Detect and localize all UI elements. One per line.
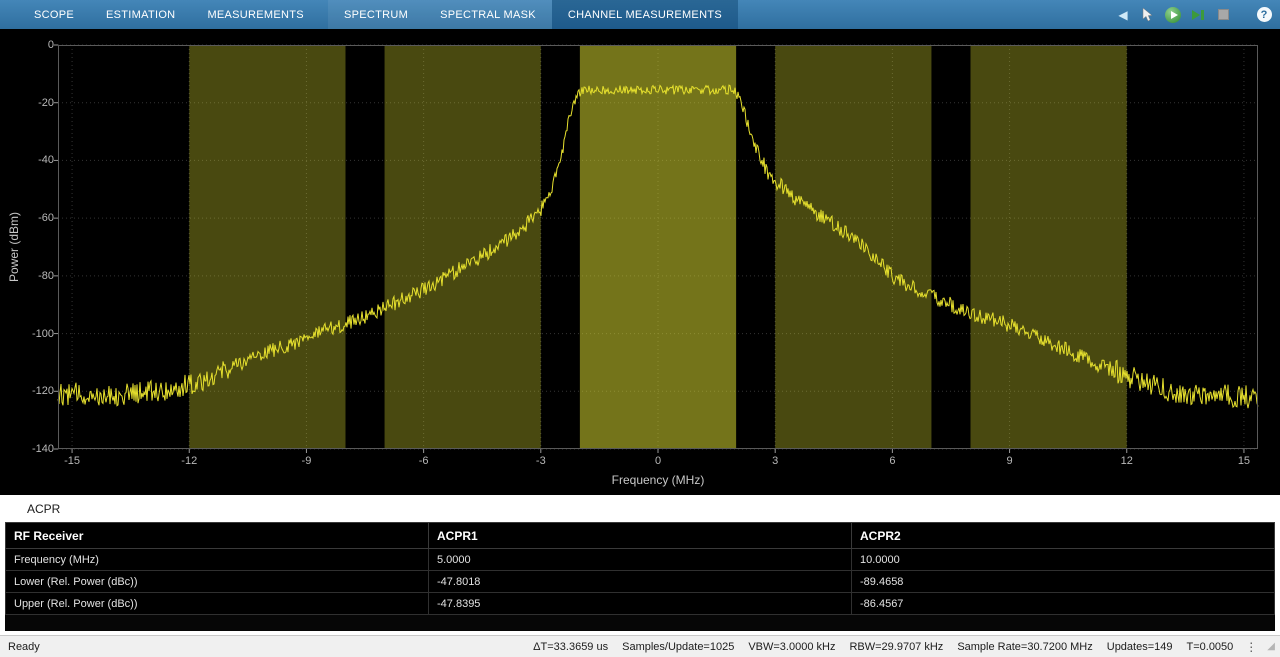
table-cell: Frequency (MHz) (5, 548, 429, 571)
acpr-column-header: ACPR1 (428, 522, 852, 549)
x-tick-label: -12 (181, 455, 198, 467)
table-row: Frequency (MHz) 5.0000 10.0000 (5, 548, 1275, 571)
x-tick-label: -6 (418, 455, 429, 467)
y-tick-label: 0 (47, 39, 54, 51)
back-button[interactable]: ◀ (1115, 4, 1131, 26)
tab-spectrum[interactable]: SPECTRUM (328, 0, 424, 29)
step-forward-bar-icon (1201, 9, 1204, 20)
x-tick-label: -3 (535, 455, 546, 467)
tab-spectral-mask[interactable]: SPECTRAL MASK (424, 0, 552, 29)
y-axis-label: Power (dBm) (7, 212, 21, 283)
table-row: Upper (Rel. Power (dBc)) -47.8395 -86.4567 (5, 592, 1275, 615)
tab-measurements[interactable]: MEASUREMENTS (191, 0, 320, 29)
table-cell: -89.4658 (851, 570, 1275, 593)
status-field: Samples/Update=1025 (622, 640, 735, 653)
x-tick-label: 12 (1120, 455, 1133, 467)
resize-grip-icon[interactable]: ◢ (1267, 641, 1275, 652)
y-tick-label: -20 (38, 96, 54, 109)
table-cell: 10.0000 (851, 548, 1275, 571)
status-field: RBW=29.9707 kHz (849, 640, 944, 653)
playback-controls: ◀ ? (1115, 0, 1272, 29)
x-tick-label: 15 (1237, 455, 1251, 467)
plot-panel: Power (dBm) Frequency (MHz) -15 -12 -9 -6 -3… (0, 29, 1280, 495)
pointer-icon (1142, 7, 1153, 21)
y-tick-label: -140 (31, 443, 54, 455)
status-ready: Ready (8, 640, 40, 653)
toolbar-tabs: SCOPE ESTIMATION MEASUREMENTS SPECTRUM SPECT… (18, 0, 738, 29)
y-tick-label: -40 (38, 154, 54, 167)
help-button[interactable]: ? (1256, 4, 1272, 26)
pointer-button[interactable] (1140, 4, 1156, 26)
y-tick-label: -100 (31, 327, 54, 340)
play-triangle-icon (1170, 10, 1178, 19)
acpr-table-head-row: RF Receiver ACPR1 ACPR2 (5, 522, 1275, 549)
status-fields: ΔT=33.3659 us Samples/Update=1025 VBW=3.00… (533, 641, 1233, 653)
table-cell: -86.4567 (851, 592, 1275, 615)
x-tick-label: 3 (772, 455, 779, 467)
x-axis-label: Frequency (MHz) (611, 473, 705, 487)
run-icon (1165, 6, 1181, 23)
x-tick-label: 9 (1006, 455, 1013, 467)
x-tick-label: -9 (301, 455, 312, 467)
kebab-menu-icon[interactable]: ⋮ (1245, 640, 1257, 654)
measurement-band-main (579, 45, 737, 449)
acpr-table-body: Frequency (MHz) 5.0000 10.0000 Lower (Rel. … (5, 548, 1275, 615)
y-tick-label: -80 (38, 269, 54, 282)
table-cell: Upper (Rel. Power (dBc)) (5, 592, 429, 615)
help-icon: ? (1256, 7, 1272, 22)
measurement-band-adjacent1 (384, 45, 541, 449)
plot-area[interactable] (54, 44, 1259, 453)
table-cell: -47.8018 (428, 570, 852, 593)
status-field: VBW=3.0000 kHz (748, 640, 836, 653)
table-cell: -47.8395 (428, 592, 852, 615)
tab-channel-measurements[interactable]: CHANNEL MEASUREMENTS (551, 0, 738, 29)
y-tick-label: -120 (31, 385, 54, 398)
acpr-table-container: RF Receiver ACPR1 ACPR2 Frequency (MHz) 5.0… (5, 522, 1275, 631)
acpr-panel: ACPR RF Receiver ACPR1 ACPR2 Frequency (MH… (0, 495, 1280, 635)
x-tick-label: 6 (889, 455, 896, 467)
measurement-band-adjacent2 (189, 45, 346, 449)
x-tick-label: -15 (64, 455, 81, 467)
measurement-band-adjacent2 (970, 45, 1127, 449)
step-forward-button[interactable] (1190, 4, 1206, 26)
status-field: Updates=149 (1106, 640, 1173, 653)
step-forward-icon (1192, 9, 1200, 20)
contextual-tab-group: SPECTRUM SPECTRAL MASK CHANNEL MEASUREMENT… (327, 0, 738, 29)
status-field: ΔT=33.3659 us (533, 640, 609, 653)
status-field: T=0.0050 (1186, 640, 1234, 653)
acpr-table: RF Receiver ACPR1 ACPR2 Frequency (MHz) 5.0… (5, 522, 1275, 615)
stop-icon (1217, 9, 1229, 20)
stop-button[interactable] (1215, 4, 1231, 26)
y-tick-label: -60 (38, 212, 54, 225)
status-field: Sample Rate=30.7200 MHz (957, 640, 1093, 653)
tab-estimation[interactable]: ESTIMATION (90, 0, 191, 29)
table-cell: 5.0000 (428, 548, 852, 571)
run-button[interactable] (1165, 4, 1181, 26)
acpr-column-header: RF Receiver (5, 522, 429, 549)
back-icon: ◀ (1118, 7, 1128, 22)
x-tick-label: 0 (654, 455, 662, 467)
acpr-column-header: ACPR2 (851, 522, 1275, 549)
status-bar: Ready ΔT=33.3659 us Samples/Update=1025 VB… (0, 635, 1280, 657)
spectrum-plot-svg (54, 44, 1259, 453)
toolbar: SCOPE ESTIMATION MEASUREMENTS SPECTRUM SPECT… (0, 0, 1280, 29)
acpr-section-title: ACPR (27, 502, 61, 516)
table-row: Lower (Rel. Power (dBc)) -47.8018 -89.4658 (5, 570, 1275, 593)
tab-scope[interactable]: SCOPE (18, 0, 90, 29)
measurement-band-adjacent1 (775, 45, 932, 449)
table-cell: Lower (Rel. Power (dBc)) (5, 570, 429, 593)
